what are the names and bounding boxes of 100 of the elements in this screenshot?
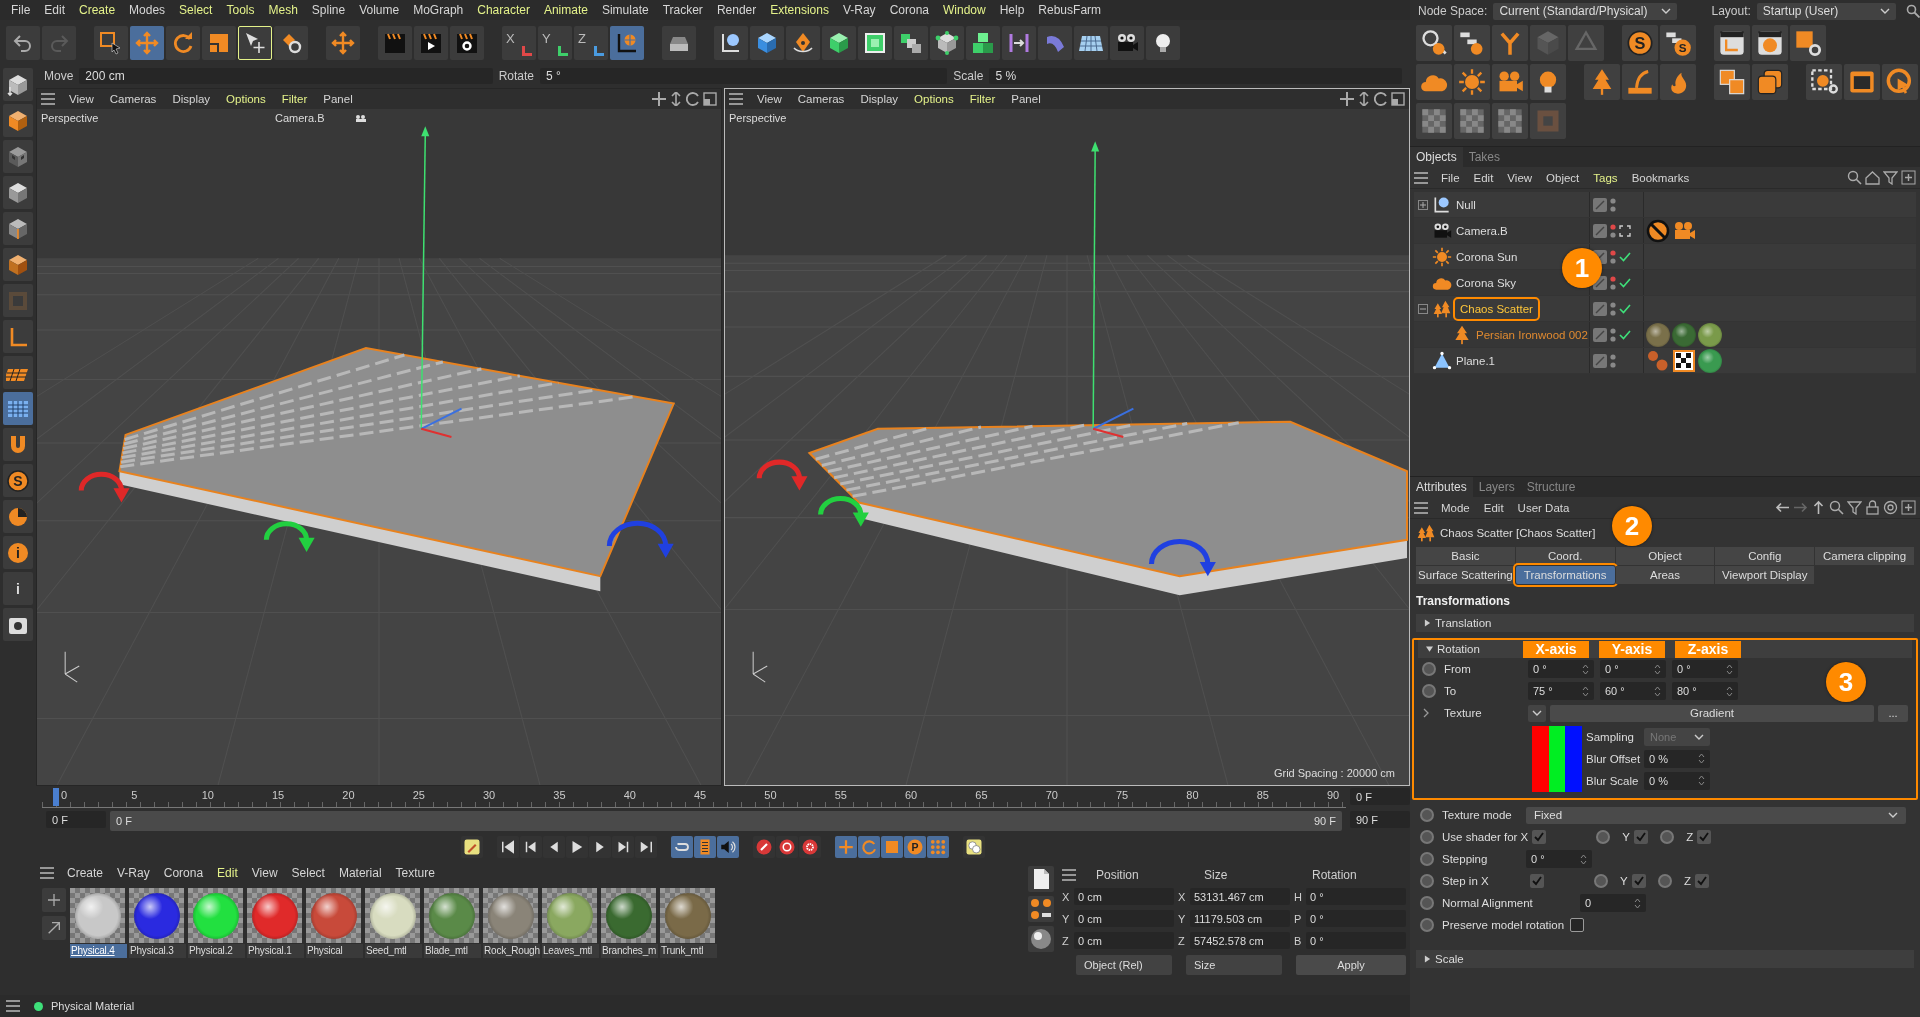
checkbox[interactable] [1532,830,1547,844]
playhead-handle[interactable] [53,788,59,806]
previous-key-icon[interactable] [520,836,542,858]
axis-toggle-button[interactable]: Z [574,26,608,60]
grid-icon[interactable] [3,392,33,425]
number-field[interactable]: 80 ° [1672,682,1738,700]
material-thumbnail[interactable] [129,888,184,943]
material-thumbnail[interactable] [188,888,243,943]
timeline-ruler[interactable]: 0 5 10 15 20 25 30 35 40 45 50 55 60 65 70 75 80 85 90 [42,788,1346,808]
dot-grid-icon[interactable] [927,836,949,858]
skip-start-icon[interactable] [497,836,519,858]
node-space-dropdown[interactable]: Current (Standard/Physical) [1493,2,1678,20]
menu-item[interactable]: Create [60,866,111,880]
material-tag-icon[interactable] [1698,348,1722,373]
stacked-cubes-icon[interactable] [894,26,928,60]
animation-radio-icon[interactable] [1658,874,1672,888]
expand-icon[interactable] [1418,303,1428,314]
menu-item[interactable]: Edit [37,3,73,17]
menu-item[interactable]: MoGraph [406,3,471,17]
material-name[interactable]: Trunk_mtl [660,944,717,958]
number-field[interactable]: 0 ° [1306,910,1406,927]
spinner-icon[interactable] [1580,853,1587,865]
axis-toggle-button[interactable]: X [502,26,536,60]
number-field[interactable]: 60 ° [1600,682,1666,700]
film-strip-icon[interactable] [694,836,716,858]
material-thumbnail[interactable] [660,888,715,943]
property-tab[interactable]: Areas [1615,566,1715,584]
number-field[interactable]: 0 ° [1672,660,1738,678]
material-name[interactable]: Physical [306,944,363,958]
spinner-icon[interactable] [1726,685,1733,697]
world-axis-icon[interactable] [610,26,644,60]
scale-icon[interactable] [881,836,903,858]
square-gear-icon[interactable] [1790,24,1826,61]
option-field[interactable]: 5 % [989,68,1402,84]
menu-item[interactable]: Edit [1466,171,1501,184]
animation-radio-icon[interactable] [1420,896,1434,910]
selection-icon[interactable] [94,26,128,60]
render-settings-icon[interactable] [450,26,484,60]
stack-icon[interactable] [1752,64,1788,100]
cube-icon[interactable] [750,26,784,60]
material-thumbnail[interactable] [601,888,656,943]
material-name[interactable]: Leaves_mtl [542,944,599,958]
panel-tab[interactable]: Layers [1472,477,1521,497]
menu-item[interactable]: Options [218,93,274,105]
undo-icon[interactable] [6,26,40,60]
checkbox[interactable] [1631,874,1646,888]
menu-item[interactable]: Cameras [101,93,165,105]
camera-icon[interactable] [1110,26,1144,60]
panel-tab[interactable]: Attributes [1410,477,1473,497]
play-icon[interactable] [566,836,588,858]
animation-radio-icon[interactable] [1594,874,1608,888]
cube-icon[interactable] [3,176,33,209]
spinner-icon[interactable] [1582,685,1589,697]
group-header[interactable]: Rotation X-axis Y-axis Z-axis [1418,640,1912,658]
keyframe-icon[interactable] [963,836,985,858]
fork-icon[interactable] [1492,24,1528,61]
number-field[interactable]: 0 ° [1526,850,1592,868]
menu-item[interactable]: Panel [315,93,361,105]
menu-item[interactable]: Panel [1003,93,1049,105]
hierarchy-icon[interactable]: S [1660,24,1696,61]
number-field[interactable]: 0 ° [1600,660,1666,678]
object-name[interactable]: Camera.B [1456,224,1508,237]
checker-icon[interactable] [1454,103,1490,140]
panel-tab[interactable]: Takes [1462,147,1507,167]
number-field[interactable]: 53131.467 cm [1190,888,1290,905]
sun-icon[interactable] [1454,64,1490,100]
option-field[interactable]: 5 ° [540,68,948,84]
transform-icon[interactable] [238,26,272,60]
speaker-icon[interactable] [717,836,739,858]
layout-dropdown[interactable]: Startup (User) [1756,2,1896,20]
checker-cube-icon[interactable] [3,140,33,173]
material-name[interactable]: Branches_m [601,944,658,958]
dropdown-button[interactable] [1528,704,1546,722]
menu-item[interactable]: Bookmarks [1624,171,1697,184]
menu-item[interactable]: Corona [882,3,936,17]
menu-item[interactable]: View [244,866,285,880]
menu-item[interactable]: Edit [210,866,245,880]
animation-radio-icon[interactable] [1422,662,1436,676]
spinner-icon[interactable] [1726,663,1733,675]
checker-icon[interactable] [1416,103,1452,140]
checkbox[interactable] [1570,918,1585,932]
tree-icon[interactable] [1584,64,1620,100]
move-icon[interactable] [326,26,360,60]
material-thumbnail[interactable] [483,888,538,943]
null-object-icon[interactable] [714,26,748,60]
menu-item[interactable]: Select [284,866,332,880]
move-icon[interactable] [835,836,857,858]
rotate-cursor-icon[interactable] [274,26,308,60]
cube-icon[interactable] [3,104,33,137]
material-name[interactable]: Physical.1 [247,944,304,958]
number-field[interactable]: 0 ° [1306,932,1406,949]
spinner-icon[interactable] [1582,663,1589,675]
menu-item[interactable]: View [1500,171,1540,184]
menu-item[interactable]: Window [936,3,993,17]
number-field[interactable]: 0 cm [1074,888,1174,905]
menu-item[interactable]: File [1434,171,1467,184]
panel-tab[interactable]: Objects [1410,147,1463,167]
material-tag-icon[interactable] [1646,322,1670,347]
cube-icon[interactable] [822,26,856,60]
checker-tag-icon[interactable] [1672,348,1696,373]
